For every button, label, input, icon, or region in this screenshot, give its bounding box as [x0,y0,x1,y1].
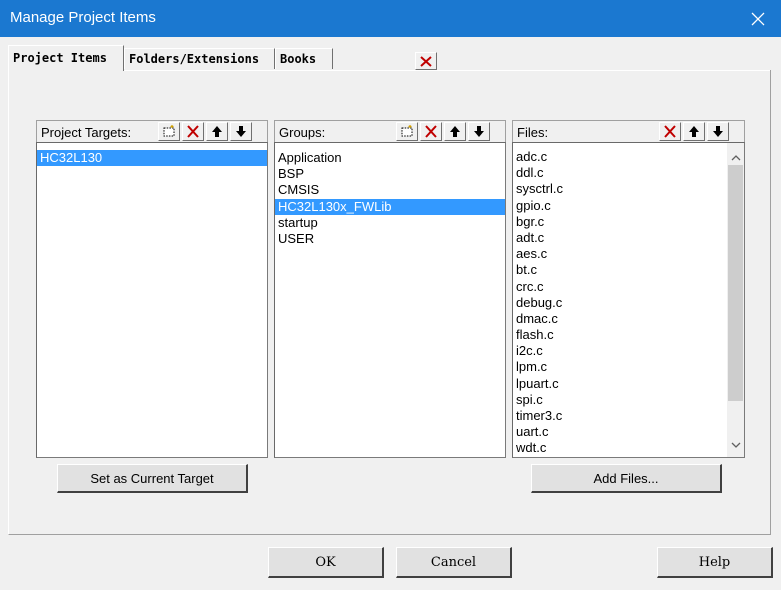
cancel-button[interactable]: Cancel [396,547,512,578]
list-item[interactable]: lpuart.c [513,376,727,392]
add-files-button[interactable]: Add Files... [531,464,722,493]
tab-project-items[interactable]: Project Items [8,45,124,71]
set-current-target-button[interactable]: Set as Current Target [57,464,248,493]
targets-list[interactable]: HC32L130 [36,142,268,458]
list-item[interactable]: HC32L130x_FWLib [275,198,505,215]
list-item[interactable]: startup [275,215,505,231]
tab-folders-extensions[interactable]: Folders/Extensions [124,48,275,69]
list-item[interactable]: wdt.c [513,440,727,456]
list-item[interactable]: dmac.c [513,311,727,327]
new-group-button[interactable] [396,122,418,141]
delete-x-icon [425,125,437,138]
list-item[interactable]: spi.c [513,392,727,408]
targets-label: Project Targets: [41,125,132,140]
chevron-down-icon[interactable] [727,436,744,453]
window-title: Manage Project Items [10,9,156,26]
list-item[interactable]: debug.c [513,295,727,311]
list-item[interactable]: lpm.c [513,359,727,375]
chevron-up-icon[interactable] [727,149,744,166]
title-bar: Manage Project Items [0,0,781,37]
groups-label: Groups: [279,125,326,140]
move-down-arrow-icon [474,126,484,137]
move-file-up-button[interactable] [683,122,705,141]
list-item[interactable]: bgr.c [513,214,727,230]
files-list[interactable]: adc.c ddl.c sysctrl.c gpio.c bgr.c adt.c aes.c… [512,142,745,458]
list-item[interactable]: timer3.c [513,408,727,424]
list-item[interactable]: i2c.c [513,343,727,359]
new-item-icon [163,125,175,137]
files-header: Files: [512,120,745,142]
move-target-down-button[interactable] [230,122,252,141]
targets-header: Project Targets: [36,120,268,142]
list-item[interactable]: USER [275,231,505,247]
list-item[interactable]: BSP [275,166,505,182]
ok-button[interactable]: OK [268,547,384,578]
remove-tab-button[interactable] [415,52,437,70]
delete-x-icon [420,55,432,67]
move-up-arrow-icon [689,126,699,137]
list-item[interactable]: sysctrl.c [513,181,727,197]
move-target-up-button[interactable] [206,122,228,141]
delete-target-button[interactable] [182,122,204,141]
list-item[interactable]: adc.c [513,149,727,165]
move-group-up-button[interactable] [444,122,466,141]
groups-header: Groups: [274,120,506,142]
list-item[interactable]: CMSIS [275,182,505,198]
move-up-arrow-icon [212,126,222,137]
delete-group-button[interactable] [420,122,442,141]
new-item-icon [401,125,413,137]
close-icon[interactable] [735,0,781,37]
files-scrollbar[interactable] [727,143,744,457]
delete-x-icon [664,125,676,138]
list-item[interactable]: ddl.c [513,165,727,181]
list-item[interactable]: gpio.c [513,198,727,214]
move-up-arrow-icon [450,126,460,137]
list-item[interactable]: aes.c [513,246,727,262]
new-target-button[interactable] [158,122,180,141]
files-label: Files: [517,125,549,140]
delete-x-icon [187,125,199,138]
help-button[interactable]: Help [657,547,773,578]
list-item[interactable]: flash.c [513,327,727,343]
list-item[interactable]: Application [275,150,505,166]
list-item[interactable]: adt.c [513,230,727,246]
list-item[interactable]: uart.c [513,424,727,440]
move-down-arrow-icon [236,126,246,137]
move-down-arrow-icon [713,126,723,137]
list-item[interactable]: HC32L130 [37,150,267,167]
move-file-down-button[interactable] [707,122,729,141]
delete-file-button[interactable] [659,122,681,141]
move-group-down-button[interactable] [468,122,490,141]
groups-list[interactable]: Application BSP CMSIS HC32L130x_FWLib startu… [274,142,506,458]
tab-books[interactable]: Books [275,48,333,69]
list-item[interactable]: crc.c [513,279,727,295]
scrollbar-thumb[interactable] [728,165,743,401]
list-item[interactable]: bt.c [513,262,727,278]
